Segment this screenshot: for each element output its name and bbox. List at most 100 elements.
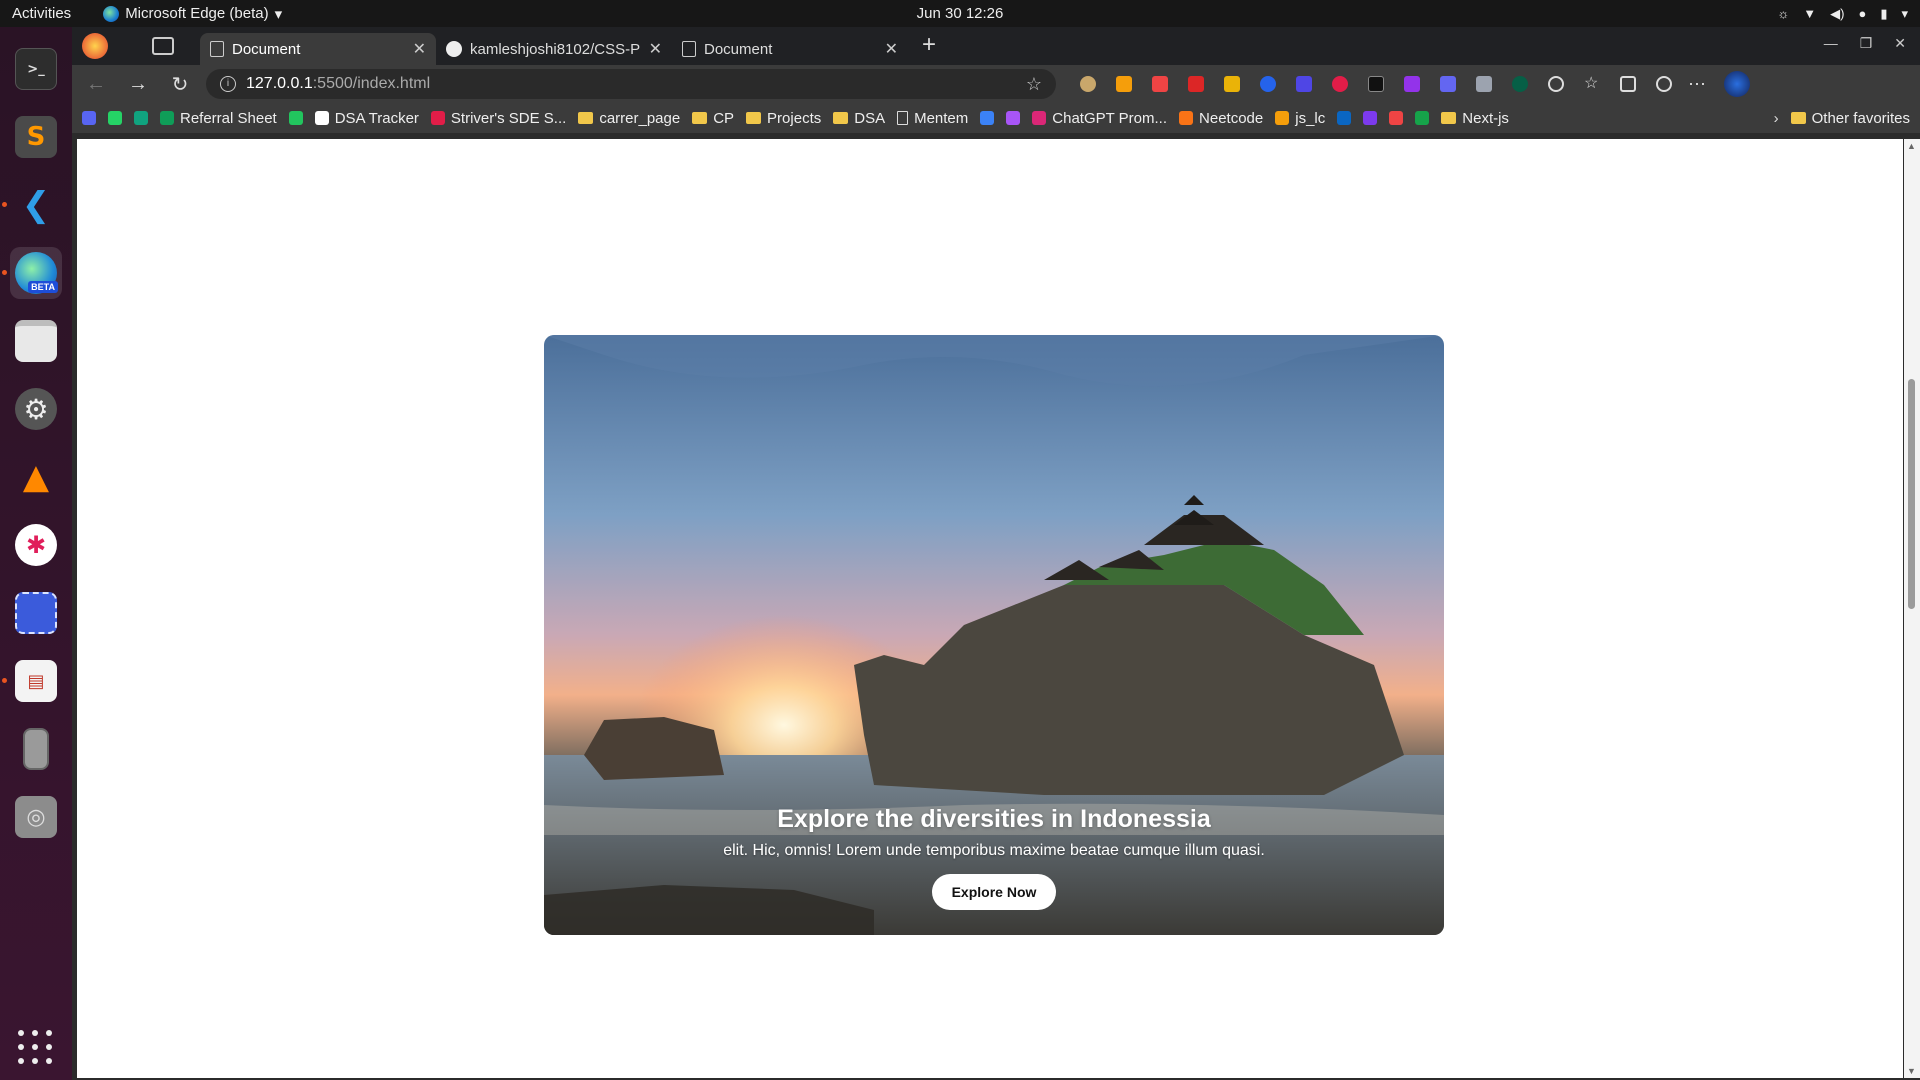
explore-now-button[interactable]: Explore Now (931, 874, 1057, 910)
dock-device[interactable] (10, 723, 62, 775)
extension-icon[interactable] (1224, 76, 1240, 92)
back-button[interactable]: ← (80, 68, 112, 100)
close-icon[interactable]: ✕ (413, 39, 426, 59)
dock-disk[interactable]: ◎ (10, 791, 62, 843)
favorites-icon[interactable]: ☆ (1584, 76, 1600, 92)
sublime-text-icon: S (15, 116, 57, 158)
extension-icon[interactable] (1512, 76, 1528, 92)
page-scrollbar[interactable]: ▲ ▼ (1904, 139, 1920, 1078)
activities-button[interactable]: Activities (0, 5, 83, 22)
bookmark-item[interactable] (1363, 111, 1378, 125)
disk-icon: ◎ (15, 796, 57, 838)
chevron-right-icon[interactable]: › (1774, 110, 1779, 127)
dock-terminal[interactable]: >_ (10, 43, 62, 95)
dock-edge-beta[interactable]: BETA (2, 247, 62, 299)
dock-vlc[interactable]: ▲ (10, 451, 62, 503)
system-tray[interactable]: ☼ ▼ ◀) ● ▮ ▾ (1777, 6, 1908, 22)
close-icon[interactable]: ✕ (885, 39, 898, 59)
close-icon[interactable]: ✕ (649, 39, 662, 59)
files-icon (15, 320, 57, 362)
dock-sublime-text[interactable]: S (10, 111, 62, 163)
clock[interactable]: Jun 30 12:26 (917, 5, 1004, 22)
dock-screenshot[interactable] (10, 587, 62, 639)
bookmark-item[interactable] (288, 111, 303, 125)
bookmark-item[interactable]: DSA (833, 110, 885, 127)
performance-icon[interactable] (1656, 76, 1672, 92)
tab-github[interactable]: kamleshjoshi8102/CSS-Pr ✕ (436, 33, 672, 65)
extension-icon[interactable] (1116, 76, 1132, 92)
favicon-icon (980, 111, 995, 125)
collections-icon[interactable] (1620, 76, 1636, 92)
hero-content: Explore the diversities in Indonessia el… (544, 785, 1444, 935)
reload-button[interactable]: ↻ (164, 68, 196, 100)
extension-icon[interactable] (1476, 76, 1492, 92)
scrollbar-thumb[interactable] (1908, 379, 1915, 609)
bookmark-item[interactable] (1389, 111, 1404, 125)
forward-button[interactable]: → (122, 68, 154, 100)
other-favorites-label: Other favorites (1811, 109, 1910, 127)
bookmark-item[interactable] (1337, 111, 1352, 125)
bookmark-item[interactable]: Projects (746, 110, 821, 127)
show-applications-button[interactable] (18, 1030, 54, 1066)
favorite-star-icon[interactable]: ☆ (1026, 74, 1042, 95)
more-menu-icon[interactable]: ⋯ (1688, 74, 1706, 95)
dock-document-viewer[interactable]: ▤ (2, 655, 62, 707)
address-bar[interactable]: i 127.0.0.1:5500/index.html ☆ (206, 69, 1056, 99)
close-window-icon[interactable]: ✕ (1894, 35, 1906, 52)
bookmark-item[interactable] (1006, 111, 1021, 125)
extensions-puzzle-icon[interactable] (1548, 76, 1564, 92)
scroll-up-icon[interactable]: ▲ (1907, 141, 1916, 151)
extension-icon[interactable] (1368, 76, 1384, 92)
bookmark-label: js_lc (1295, 109, 1326, 127)
dock-slack[interactable]: ✱ (10, 519, 62, 571)
bookmark-item[interactable]: DSA Tracker (314, 109, 419, 127)
app-menu-label: Microsoft Edge (beta) (125, 5, 269, 22)
extension-icon[interactable] (1260, 76, 1276, 92)
bookmark-label: DSA Tracker (334, 109, 419, 127)
bookmark-item[interactable]: ChatGPT Prom... (1032, 110, 1167, 127)
tab-document-1[interactable]: Document ✕ (200, 33, 436, 65)
extension-icon[interactable] (1332, 76, 1348, 92)
dock-settings[interactable]: ⚙ (10, 383, 62, 435)
new-tab-button[interactable]: + (922, 31, 936, 59)
hero-subtitle: elit. Hic, omnis! Lorem unde temporibus … (723, 842, 1265, 859)
bookmark-item[interactable] (108, 111, 122, 125)
restore-icon[interactable]: ❐ (1860, 35, 1873, 52)
bookmark-item[interactable]: Next-js (1441, 110, 1509, 127)
extension-icon[interactable] (1296, 76, 1312, 92)
info-icon[interactable]: i (220, 76, 236, 92)
running-indicator (2, 678, 7, 683)
bing-copilot-icon[interactable] (1724, 71, 1750, 97)
dock-files[interactable] (10, 315, 62, 367)
bookmark-item[interactable]: carrer_page (578, 110, 680, 127)
favicon-icon (1006, 111, 1021, 125)
bookmark-item[interactable]: Mentem (897, 110, 968, 127)
bookmark-item[interactable] (134, 111, 148, 125)
page-viewport: Explore the diversities in Indonessia el… (77, 139, 1903, 1078)
other-favorites[interactable]: Other favorites (1790, 109, 1910, 127)
bookmark-item[interactable] (82, 111, 96, 125)
tab-document-2[interactable]: Document ✕ (672, 33, 908, 65)
bookmark-label: Referral Sheet (180, 109, 277, 127)
extension-icon[interactable] (1440, 76, 1456, 92)
bookmark-label: ChatGPT Prom... (1052, 109, 1168, 127)
bookmark-item[interactable] (980, 111, 995, 125)
bookmark-item[interactable]: js_lc (1275, 110, 1325, 127)
bookmark-item[interactable]: Referral Sheet (160, 110, 277, 127)
profile-avatar[interactable] (82, 33, 108, 59)
bookmark-item[interactable]: Neetcode (1179, 110, 1263, 127)
extension-icon[interactable] (1152, 76, 1168, 92)
scroll-down-icon[interactable]: ▼ (1907, 1066, 1916, 1076)
dock-vscode[interactable]: ❮ (2, 179, 62, 231)
extension-icon[interactable] (1080, 76, 1096, 92)
bookmark-item[interactable]: CP (692, 110, 734, 127)
app-menu[interactable]: Microsoft Edge (beta) ▾ (103, 5, 282, 23)
tab-actions-icon[interactable] (152, 37, 174, 55)
bookmark-item[interactable] (1415, 111, 1430, 125)
bookmark-item[interactable]: Striver's SDE S... (430, 110, 566, 127)
extension-icon[interactable] (1404, 76, 1420, 92)
extensions-row: ☆ (1080, 76, 1672, 92)
hero-title: Explore the diversities in Indonessia (777, 805, 1211, 833)
minimize-icon[interactable]: — (1824, 35, 1838, 52)
extension-icon[interactable] (1188, 76, 1204, 92)
